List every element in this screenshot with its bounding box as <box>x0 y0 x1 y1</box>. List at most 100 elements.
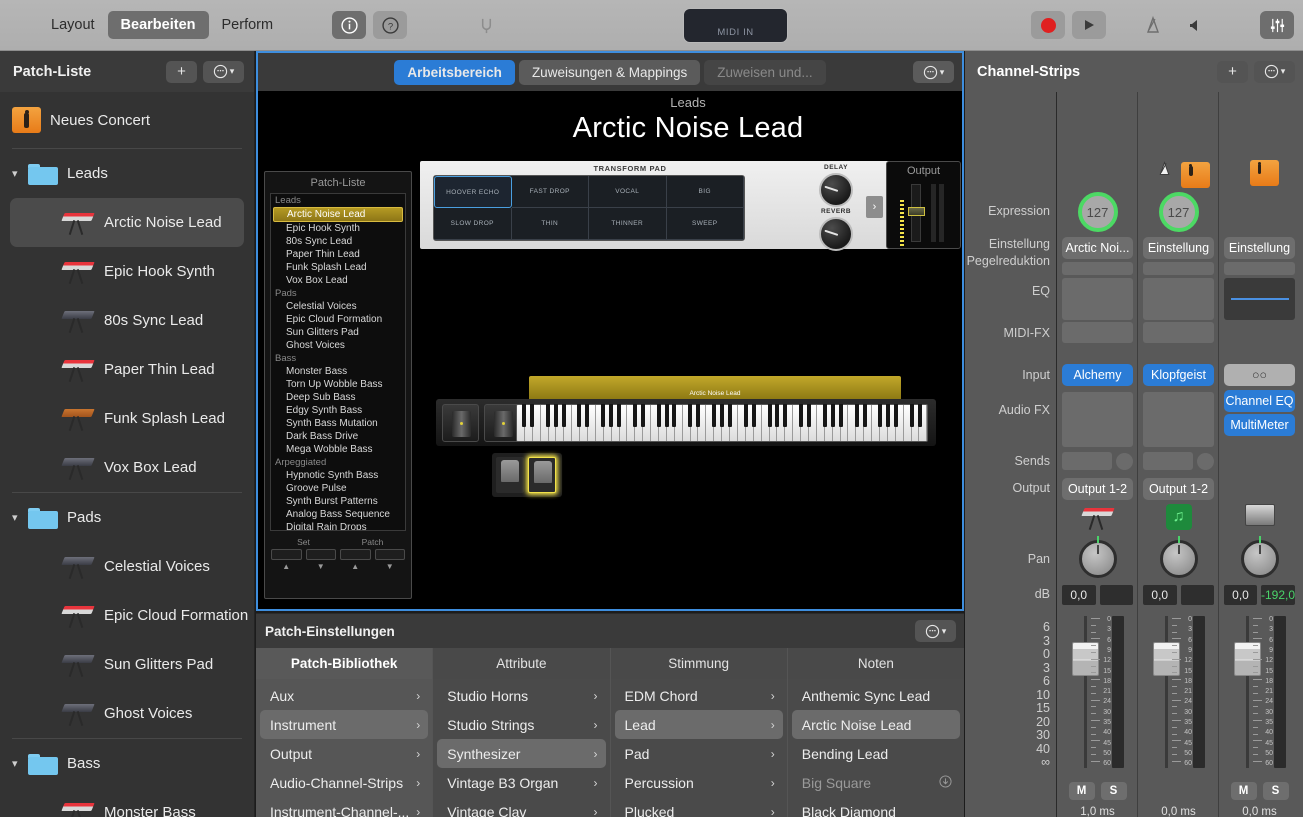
column-body[interactable]: Anthemic Sync Lead Arctic Noise Lead Ben… <box>788 679 964 817</box>
widget-list[interactable]: Leads Arctic Noise Lead Epic Hook Synth … <box>270 193 406 531</box>
black-key[interactable] <box>657 404 661 427</box>
expression-value[interactable]: 127 <box>1159 192 1199 232</box>
solo-button[interactable]: S <box>1101 782 1127 800</box>
send-slot[interactable] <box>1143 452 1193 470</box>
patch-row-epic-hook-synth[interactable]: Epic Hook Synth <box>0 247 254 296</box>
eq-slot-1[interactable] <box>1062 278 1133 320</box>
output-value[interactable]: Output 1-2 <box>1062 478 1133 500</box>
ipl-item[interactable]: Torn Up Wobble Bass <box>271 378 405 391</box>
black-key[interactable] <box>878 404 882 427</box>
black-key[interactable] <box>855 404 859 427</box>
ps-item-studio-strings[interactable]: Studio Strings› <box>437 710 605 739</box>
pad-sweep[interactable]: SWEEP <box>667 208 745 240</box>
question-mark-icon[interactable]: ? <box>373 11 407 39</box>
patch-stepper[interactable]: Patch ▲▼ <box>340 537 405 571</box>
patch-list-menu-button[interactable]: ▾ <box>203 61 244 83</box>
black-key[interactable] <box>641 404 645 427</box>
chevron-down-icon[interactable]: ▾ <box>12 167 28 180</box>
ipl-item[interactable]: Synth Bass Mutation <box>271 417 405 430</box>
send-knob[interactable] <box>1197 453 1214 470</box>
db-fields-2[interactable]: 0,0 <box>1143 585 1214 605</box>
mode-switcher[interactable]: Layout Bearbeiten Perform <box>38 11 286 39</box>
info-icon[interactable] <box>332 11 366 39</box>
input-value[interactable]: Klopfgeist <box>1143 364 1214 386</box>
ipl-item[interactable]: Epic Hook Synth <box>271 222 405 235</box>
keyboard-layer-banner[interactable]: Arctic Noise Lead <box>529 376 901 399</box>
fader-bay-2[interactable]: 03691215182124303540455060 <box>1143 614 1214 774</box>
set-up-button[interactable] <box>271 549 302 560</box>
ps-item-vintage-b3-organ[interactable]: Vintage B3 Organ› <box>437 768 605 797</box>
black-key[interactable] <box>720 404 724 427</box>
sustain-pedal[interactable] <box>528 457 556 493</box>
record-icon[interactable] <box>1031 11 1065 39</box>
patch-row-80s-sync-lead[interactable]: 80s Sync Lead <box>0 296 254 345</box>
solo-button[interactable]: S <box>1263 782 1289 800</box>
ipl-item[interactable]: Hypnotic Synth Bass <box>271 469 405 482</box>
patch-row-ghost-voices[interactable]: Ghost Voices <box>0 689 254 738</box>
black-key[interactable] <box>839 404 843 427</box>
black-key[interactable] <box>633 404 637 427</box>
speaker-icon[interactable] <box>1178 11 1212 39</box>
black-key[interactable] <box>609 404 613 427</box>
ipl-item[interactable]: Edgy Synth Bass <box>271 404 405 417</box>
tuning-fork-icon[interactable] <box>469 11 503 39</box>
output-module[interactable]: Output <box>886 161 961 249</box>
workspace-canvas[interactable]: Patch-Liste Leads Arctic Noise Lead Epic… <box>258 91 962 609</box>
pan-knob-3[interactable] <box>1224 540 1295 578</box>
eq-slot-2[interactable] <box>1143 278 1214 320</box>
output-fader[interactable] <box>911 184 921 242</box>
column-body[interactable]: Aux› Instrument› Output› Audio-Channel-S… <box>256 679 432 817</box>
patch-down-button[interactable] <box>375 549 406 560</box>
pad-thinner[interactable]: THINNER <box>589 208 667 240</box>
ps-item-black-diamond[interactable]: Black Diamond <box>792 797 960 817</box>
ps-item-pad[interactable]: Pad› <box>615 739 783 768</box>
black-key[interactable] <box>783 404 787 427</box>
black-key[interactable] <box>585 404 589 427</box>
ipl-item[interactable]: Funk Splash Lead <box>271 261 405 274</box>
black-key[interactable] <box>752 404 756 427</box>
channel-strip-metronom[interactable]: 127 Einstellung Klopfgeist Output 1-2 <box>1137 92 1218 817</box>
delay-knob[interactable] <box>819 173 853 207</box>
expression-knob-2[interactable]: 127 <box>1143 192 1214 232</box>
db-value[interactable]: 0,0 <box>1062 585 1096 605</box>
column-body[interactable]: Studio Horns› Studio Strings› Synthesize… <box>433 679 609 817</box>
black-key[interactable] <box>530 404 534 427</box>
ps-item-audio-channel-strips[interactable]: Audio-Channel-Strips› <box>260 768 428 797</box>
fader-track[interactable] <box>1165 616 1168 768</box>
pad-hoover-echo[interactable]: HOOVER ECHO <box>434 176 512 208</box>
group-row-pads[interactable]: ▾ Pads <box>0 493 254 542</box>
add-channel-strip-button[interactable]: + <box>1217 61 1248 83</box>
input-slot-1[interactable]: Alchemy <box>1062 364 1133 386</box>
tab-arbeitsbereich[interactable]: Arbeitsbereich <box>394 60 515 85</box>
play-icon[interactable] <box>1072 11 1106 39</box>
ps-item-edm-chord[interactable]: EDM Chord› <box>615 681 783 710</box>
patch-row-celestial-voices[interactable]: Celestial Voices <box>0 542 254 591</box>
tab-zuweisungen-mappings[interactable]: Zuweisungen & Mappings <box>519 60 700 85</box>
pad-slow-drop[interactable]: SLOW DROP <box>434 208 512 240</box>
ps-item-percussion[interactable]: Percussion› <box>615 768 783 797</box>
ps-item-arctic-noise-lead[interactable]: Arctic Noise Lead <box>792 710 960 739</box>
expression-value[interactable]: 127 <box>1078 192 1118 232</box>
output-slot-2[interactable]: Output 1-2 <box>1143 478 1214 500</box>
fader-bay-3[interactable]: 03691215182124303540455060 <box>1224 614 1295 774</box>
midi-in-indicator[interactable]: MIDI IN <box>683 8 788 43</box>
pan-knob[interactable] <box>1160 540 1198 578</box>
black-key[interactable] <box>546 404 550 427</box>
mute-solo-3[interactable]: M S <box>1224 782 1295 800</box>
patch-row-epic-cloud-formation[interactable]: Epic Cloud Formation <box>0 591 254 640</box>
ipl-item[interactable]: Celestial Voices <box>271 300 405 313</box>
black-key[interactable] <box>688 404 692 427</box>
setting-value[interactable]: Arctic Noi... <box>1062 237 1133 259</box>
set-down-button[interactable] <box>306 549 337 560</box>
reverb-knob[interactable] <box>819 217 853 251</box>
group-row-leads[interactable]: ▾ Leads <box>0 149 254 198</box>
db-fields-1[interactable]: 0,0 <box>1062 585 1133 605</box>
black-key[interactable] <box>918 404 922 427</box>
black-key[interactable] <box>554 404 558 427</box>
black-key[interactable] <box>696 404 700 427</box>
black-key[interactable] <box>728 404 732 427</box>
patch-row-paper-thin-lead[interactable]: Paper Thin Lead <box>0 345 254 394</box>
patch-row-monster-bass[interactable]: Monster Bass <box>0 788 254 817</box>
db-fields-3[interactable]: 0,0 -192,0 <box>1224 585 1295 605</box>
patch-settings-menu-button[interactable]: ▾ <box>915 620 956 642</box>
